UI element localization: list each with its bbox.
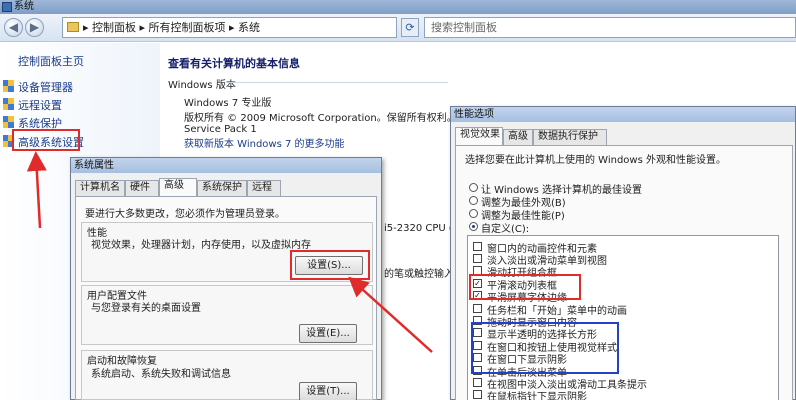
arrow-to-advanced-settings	[26, 151, 47, 229]
arrow-to-performance-settings	[348, 276, 433, 353]
annotation-arrows	[26, 151, 433, 353]
